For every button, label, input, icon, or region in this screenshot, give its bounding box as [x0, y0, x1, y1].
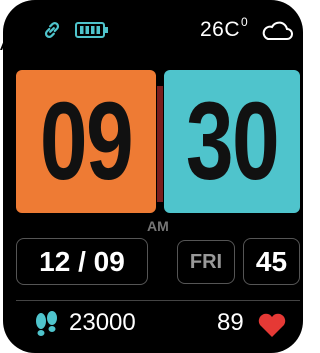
heart-rate-value: 89 — [217, 309, 244, 336]
weekday-display: FRI — [177, 240, 235, 284]
steps-count: 23000 — [69, 309, 136, 336]
link-icon — [44, 22, 60, 38]
heart-icon — [258, 313, 286, 337]
status-bar: 26C0 — [3, 0, 303, 56]
weather-temperature: 26C0 — [200, 15, 249, 41]
minute-digits: 30 — [185, 80, 280, 203]
footsteps-icon — [36, 311, 57, 336]
hour-tile: 09 — [16, 70, 156, 213]
number-display: 45 — [243, 238, 300, 285]
hour-digits: 09 — [39, 80, 134, 203]
am-pm-indicator: AM — [147, 218, 169, 234]
watch-face: 26C0 09 30 AM 12 / 09 FRI 45 23000 89 — [3, 0, 303, 353]
cloud-icon — [262, 21, 293, 40]
minute-tile: 30 — [164, 70, 300, 213]
battery-icon — [75, 22, 108, 38]
date-display: 12 / 09 — [16, 238, 148, 285]
tile-divider — [157, 86, 163, 202]
